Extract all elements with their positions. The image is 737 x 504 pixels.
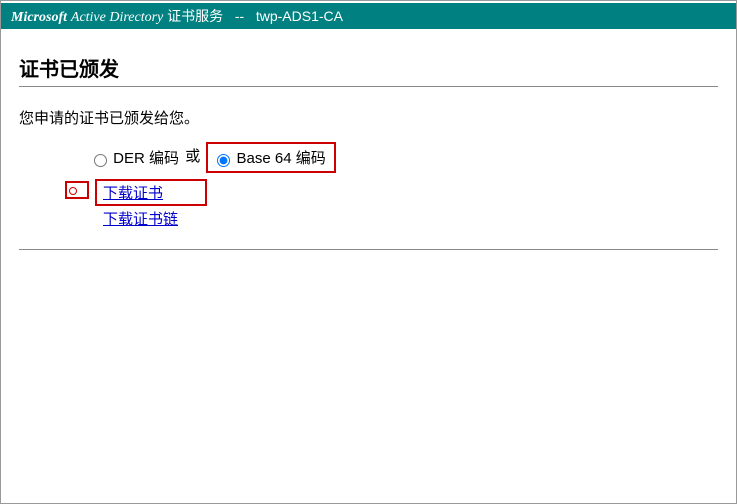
- header-brand: Microsoft: [11, 10, 67, 25]
- bottom-divider: [19, 249, 718, 250]
- issued-message: 您申请的证书已颁发给您。: [19, 107, 718, 128]
- header-separator: --: [235, 8, 244, 24]
- or-text: 或: [183, 148, 202, 165]
- download-cert-highlight-box: 下载证书: [95, 179, 207, 206]
- encoding-options: DER 编码 或 Base 64 编码: [89, 142, 718, 173]
- base64-encoding-option[interactable]: Base 64 编码: [212, 150, 325, 167]
- header-ca-name: twp-ADS1-CA: [256, 8, 343, 24]
- der-radio[interactable]: [94, 154, 107, 167]
- page-title: 证书已颁发: [19, 53, 718, 82]
- header-product: Active Directory: [71, 10, 163, 25]
- download-chain-link[interactable]: 下载证书链: [103, 211, 178, 228]
- content-area: 证书已颁发 您申请的证书已颁发给您。 DER 编码 或 Base 64 编码 下…: [1, 31, 736, 260]
- download-block: 下载证书 下载证书链: [65, 179, 718, 229]
- base64-radio[interactable]: [217, 154, 230, 167]
- certificate-icon: [65, 181, 89, 199]
- header-bar: Microsoft Active Directory 证书服务 -- twp-A…: [1, 1, 736, 31]
- title-divider: [19, 86, 718, 87]
- der-encoding-option[interactable]: DER 编码: [89, 150, 183, 167]
- base64-label: Base 64 编码: [237, 150, 326, 167]
- base64-highlight-box: Base 64 编码: [206, 142, 335, 173]
- der-label: DER 编码: [113, 150, 179, 167]
- header-service-label: 证书服务: [167, 8, 223, 24]
- download-cert-link[interactable]: 下载证书: [103, 185, 163, 202]
